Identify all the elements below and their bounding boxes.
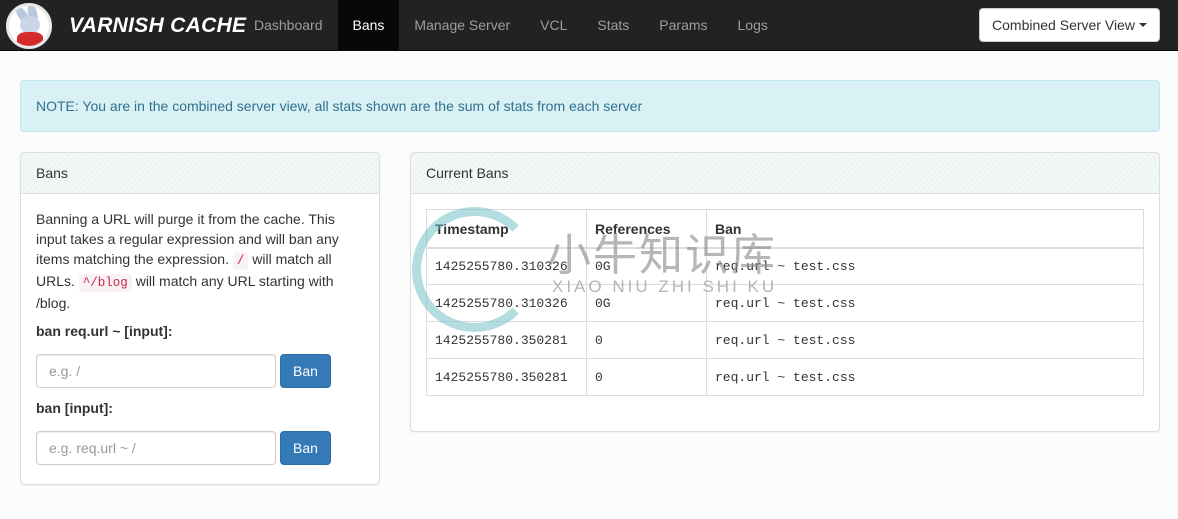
ban-expression-button[interactable]: Ban (280, 431, 331, 465)
ban-expression-input[interactable] (36, 431, 276, 465)
ban-url-label: ban req.url ~ [input]: (36, 323, 173, 339)
nav-bans[interactable]: Bans (337, 0, 400, 50)
cell-timestamp: 1425255780.310326 (426, 247, 587, 285)
main-nav: Dashboard Bans Manage Server VCL Stats P… (239, 0, 783, 50)
nav-stats[interactable]: Stats (582, 0, 644, 50)
alert-text: NOTE: You are in the combined server vie… (36, 98, 643, 114)
cell-ban: req.url ~ test.css (706, 247, 1144, 285)
nav-manage-server[interactable]: Manage Server (399, 0, 525, 50)
cell-references: 0G (586, 284, 707, 322)
cell-references: 0G (586, 247, 707, 285)
current-bans-table: Timestamp References Ban 1425255780.3103… (426, 209, 1144, 396)
cell-timestamp: 1425255780.350281 (426, 321, 587, 359)
server-view-dropdown[interactable]: Combined Server View (979, 8, 1160, 42)
cell-ban: req.url ~ test.css (706, 358, 1144, 396)
bans-panel: Bans Banning a URL will purge it from th… (20, 152, 380, 485)
cell-ban: req.url ~ test.css (706, 321, 1144, 359)
combined-view-alert: NOTE: You are in the combined server vie… (20, 80, 1160, 132)
nav-dashboard[interactable]: Dashboard (239, 0, 338, 50)
bans-panel-title: Bans (21, 153, 379, 194)
server-view-label: Combined Server View (992, 17, 1135, 33)
cell-timestamp: 1425255780.350281 (426, 358, 587, 396)
cell-ban: req.url ~ test.css (706, 284, 1144, 322)
table-row: 1425255780.310326 0G req.url ~ test.css (426, 284, 1144, 322)
nav-vcl[interactable]: VCL (525, 0, 582, 50)
current-bans-title: Current Bans (411, 153, 1159, 194)
bans-help-text: Banning a URL will purge it from the cac… (36, 211, 339, 311)
column-header-references: References (586, 209, 707, 249)
code-blog: ^/blog (78, 274, 132, 292)
caret-down-icon (1138, 23, 1147, 27)
brand[interactable]: VARNISH CACHE (6, 2, 246, 50)
cell-timestamp: 1425255780.310326 (426, 284, 587, 322)
ban-url-input[interactable] (36, 354, 276, 388)
current-bans-panel: Current Bans Timestamp References Ban 14… (410, 152, 1160, 432)
cell-references: 0 (586, 321, 707, 359)
navbar: VARNISH CACHE Dashboard Bans Manage Serv… (0, 0, 1178, 51)
table-header-row: Timestamp References Ban (426, 209, 1144, 249)
table-row: 1425255780.350281 0 req.url ~ test.css (426, 358, 1144, 396)
column-header-ban: Ban (706, 209, 1144, 249)
column-header-timestamp: Timestamp (426, 209, 587, 249)
nav-logs[interactable]: Logs (723, 0, 783, 50)
table-row: 1425255780.310326 0G req.url ~ test.css (426, 247, 1144, 285)
brand-title: VARNISH CACHE (69, 14, 247, 37)
ban-url-button[interactable]: Ban (280, 354, 331, 388)
table-row: 1425255780.350281 0 req.url ~ test.css (426, 321, 1144, 359)
varnish-bunny-logo-icon (6, 3, 52, 49)
cell-references: 0 (586, 358, 707, 396)
code-slash: / (232, 252, 249, 270)
ban-expression-label: ban [input]: (36, 400, 113, 416)
nav-params[interactable]: Params (644, 0, 722, 50)
